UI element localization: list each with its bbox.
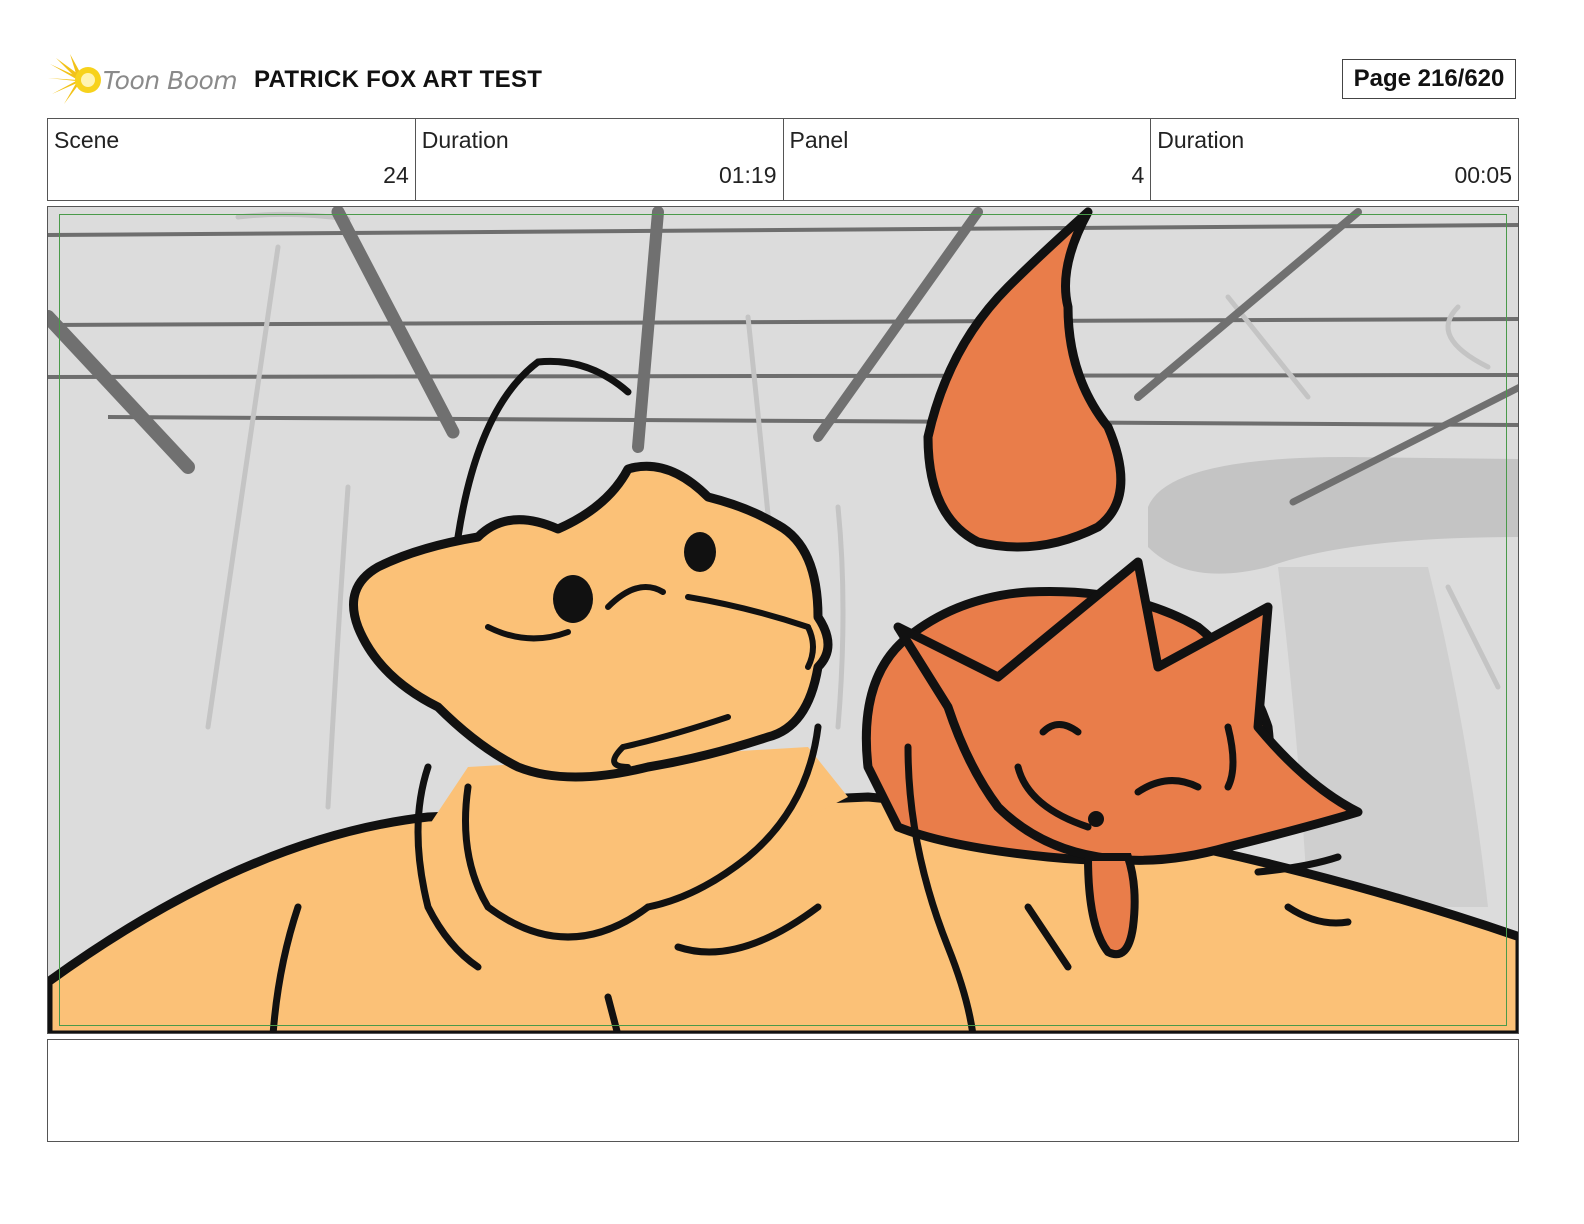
panel-duration-label: Duration [1157,127,1245,153]
toon-boom-logo: Toon Boom [48,54,238,106]
panel-cell: Panel 4 [782,119,1151,200]
scene-label: Scene [54,127,120,153]
panel-duration-cell: Duration 00:05 [1150,119,1518,200]
scene-duration-cell: Duration 01:19 [414,119,783,200]
panel-notes-box [47,1039,1519,1142]
fox-nose [1088,811,1104,827]
scene-duration-value: 01:19 [718,162,777,188]
panel-drawing [48,207,1518,1033]
scene-cell: Scene 24 [48,119,415,200]
panel-value: 4 [1131,162,1145,188]
scene-duration-label: Duration [421,127,509,153]
scene-info-bar: Scene 24 Duration 01:19 Panel 4 Duration… [47,118,1519,201]
panel-label: Panel [789,127,849,153]
panel-duration-value: 00:05 [1454,162,1512,188]
starburst-icon [48,54,101,104]
storyboard-panel [47,206,1519,1034]
project-title: PATRICK FOX ART TEST [254,66,543,93]
logo-wordmark: Toon Boom [103,66,238,95]
frog-eye-left [553,575,593,623]
frog-eye-right [684,532,716,572]
scene-value: 24 [383,162,409,188]
page-counter: Page 216/620 [1342,59,1516,99]
